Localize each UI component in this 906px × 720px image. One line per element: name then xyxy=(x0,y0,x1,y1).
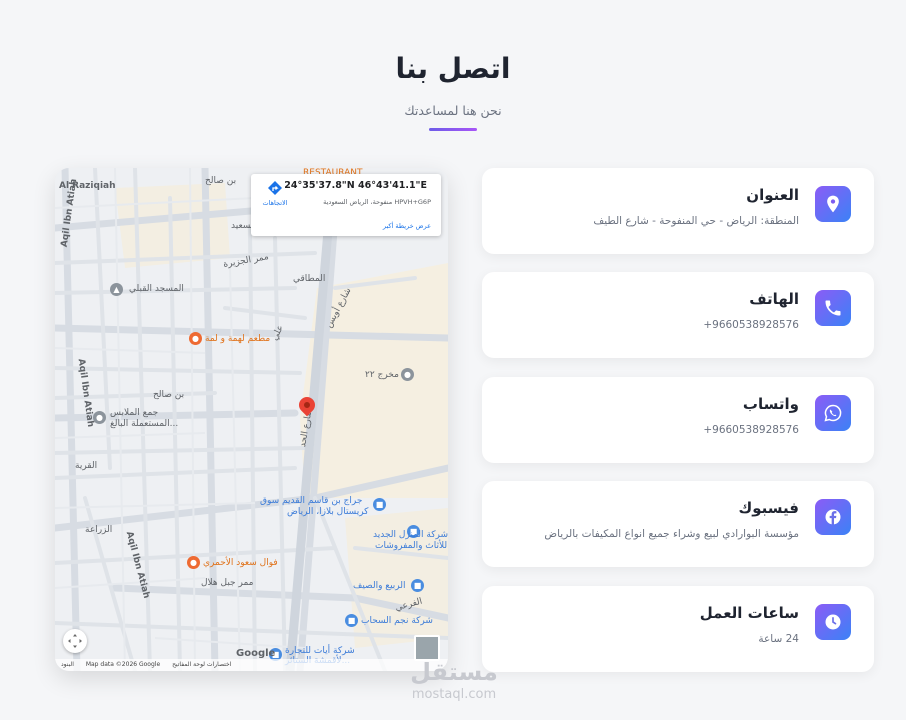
page-header: اتصل بنا نحن هنا لمساعدتك xyxy=(0,52,906,131)
map-label-al-qariya: القرية xyxy=(75,461,98,471)
mostaql-watermark: مستقل mostaql.com xyxy=(397,660,511,701)
clock-icon xyxy=(825,614,841,630)
watermark-latin: mostaql.com xyxy=(411,687,497,702)
restaurant-poi-icon[interactable]: ● xyxy=(189,332,202,345)
card-icon-container xyxy=(815,604,851,640)
page-title: اتصل بنا xyxy=(395,52,511,85)
larger-map-link[interactable]: عرض خريطة أكبر xyxy=(383,222,431,230)
clothing-poi-icon[interactable]: ● xyxy=(93,411,106,424)
map-label-salih: بن صالح xyxy=(205,176,237,186)
map-data-credit: Map data ©2026 Google xyxy=(85,661,161,668)
map-label-qasim-garage-2: كريستال بلازا، الرياض xyxy=(287,507,369,517)
card-icon-container xyxy=(815,186,851,222)
map-coordinates: 24°35'37.8"N 46°43'41.1"E xyxy=(284,180,427,191)
najm-poi-icon[interactable]: ■ xyxy=(345,614,358,627)
hours-card: ساعات العمل 24 ساعة xyxy=(482,586,874,672)
whatsapp-value[interactable]: +9660538928576 xyxy=(703,424,799,436)
map-label-restaurant-2: مطعم لهمة و لمة xyxy=(205,334,271,344)
map-label-clothing-2: المستعملة البالغ... xyxy=(110,419,179,429)
map-label-al-mataqi: المطاقي xyxy=(293,274,326,284)
map-attribution: البنود Map data ©2026 Google اختصارات لو… xyxy=(55,659,448,671)
map-label-furniture-2: للأثاث والمفروشات xyxy=(375,541,448,551)
location-pin-icon xyxy=(827,195,839,213)
google-logo: Google xyxy=(236,648,276,659)
card-icon-container xyxy=(815,290,851,326)
card-icon-container xyxy=(815,395,851,431)
map-label-najm: شركة نجم السحاب xyxy=(361,616,433,626)
rabie-poi-icon[interactable]: ■ xyxy=(411,579,424,592)
mosque-poi-icon[interactable]: ▲ xyxy=(110,283,123,296)
map-label-bin-salih: بن صالح xyxy=(153,390,185,400)
address-card: العنوان المنطقة: الرياض - حي المنفوحة - … xyxy=(482,168,874,254)
map-label-rabie: الربيع والصيف xyxy=(353,581,406,591)
ahmari-poi-icon[interactable]: ● xyxy=(187,556,200,569)
facebook-icon xyxy=(825,509,841,525)
map-label-hilal: ممر جبل هلال xyxy=(201,578,254,588)
whatsapp-icon xyxy=(824,404,842,422)
map-terms-link[interactable]: البنود xyxy=(61,661,74,668)
address-title: العنوان xyxy=(746,186,799,204)
keyboard-shortcuts-link[interactable]: اختصارات لوحة المفاتيح xyxy=(172,661,231,668)
phone-icon xyxy=(825,300,841,316)
facebook-title: فيسبوك xyxy=(738,499,799,517)
phone-title: الهاتف xyxy=(749,290,799,308)
embedded-map[interactable]: RESTAURANT Al Raziqiah بن صالح Aqil Ibn … xyxy=(55,168,448,671)
hours-title: ساعات العمل xyxy=(699,604,799,622)
fullscreen-button[interactable] xyxy=(63,629,87,653)
card-icon-container xyxy=(815,499,851,535)
hours-value: 24 ساعة xyxy=(758,633,799,645)
exit-poi-icon[interactable]: ● xyxy=(401,368,414,381)
map-label-al-zaraa: الزراعة xyxy=(85,525,113,535)
map-info-card: الاتجاهات 24°35'37.8"N 46°43'41.1"E HPVH… xyxy=(251,174,441,236)
map-label-furniture-1: شركة المنزل الجديد xyxy=(373,530,448,540)
map-label-qasim-garage: جراج بن قاسم القديم سوق xyxy=(260,496,363,506)
facebook-value[interactable]: مؤسسة البوارادي لبيع وشراء جميع انواع ال… xyxy=(544,528,799,540)
whatsapp-card: واتساب +9660538928576 xyxy=(482,377,874,463)
directions-icon xyxy=(268,181,282,195)
map-label-midrej: مخرج ٢٢ xyxy=(365,370,399,380)
phone-card: الهاتف +9660538928576 xyxy=(482,272,874,358)
map-plus-code: HPVH+G6P منفوحة، الرياض السعودية xyxy=(323,198,431,206)
facebook-card: فيسبوك مؤسسة البوارادي لبيع وشراء جميع ا… xyxy=(482,481,874,567)
title-divider xyxy=(429,128,477,131)
directions-label: الاتجاهات xyxy=(262,199,288,207)
map-label-al-qebli: المسجد القبلي xyxy=(129,284,184,294)
watermark-arabic: مستقل xyxy=(410,658,498,686)
page-subtitle: نحن هنا لمساعدتك xyxy=(404,103,502,118)
map-label-al-ahmari: فوال سعود الأحمري xyxy=(203,558,278,568)
address-value: المنطقة: الرياض - حي المنفوحة - شارع الط… xyxy=(593,215,799,227)
phone-value[interactable]: +9660538928576 xyxy=(703,319,799,331)
fullscreen-icon xyxy=(68,634,82,648)
map-label-clothing-1: جمع الملابس xyxy=(110,408,159,418)
shop-poi-icon[interactable]: ■ xyxy=(373,498,386,511)
map-label-ayat-1: شركة أيات للتجارة xyxy=(285,646,355,656)
whatsapp-title: واتساب xyxy=(742,395,799,413)
